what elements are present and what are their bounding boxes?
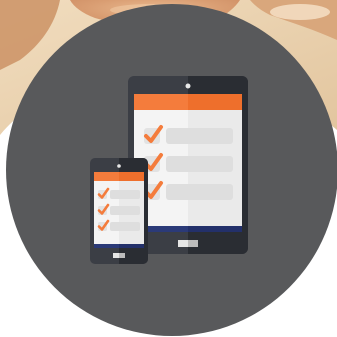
phone-checklist-row	[97, 187, 140, 199]
tablet-checklist-row	[144, 181, 233, 200]
tablet-checklist-row	[144, 125, 233, 144]
phone-checklist-row	[97, 219, 140, 231]
hero-graphic	[0, 0, 337, 337]
camera-icon	[117, 164, 121, 168]
tablet-checklist-row	[144, 153, 233, 172]
device-checklist-illustration	[6, 4, 337, 336]
phone-checklist-row	[97, 203, 140, 215]
camera-icon	[185, 83, 191, 89]
smartphone-device-icon	[90, 158, 148, 264]
